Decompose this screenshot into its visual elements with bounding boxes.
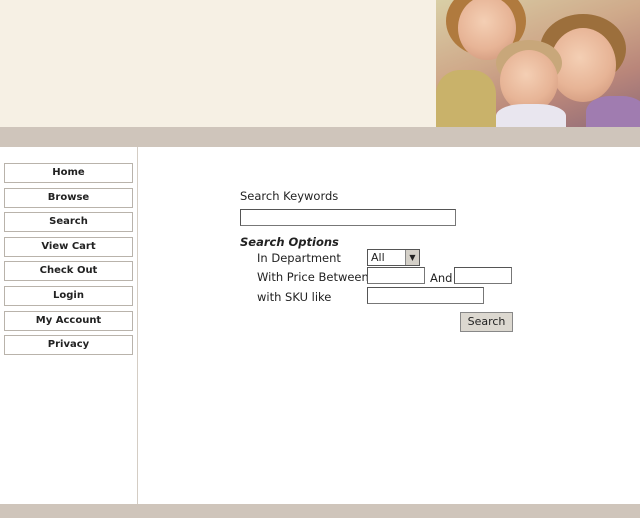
department-selected-value: All <box>371 251 385 264</box>
nav-browse[interactable]: Browse <box>4 187 133 208</box>
nav-my-account[interactable]: My Account <box>4 310 133 331</box>
search-button[interactable]: Search <box>460 312 513 332</box>
keywords-label: Search Keywords <box>240 189 339 203</box>
nav-view-cart[interactable]: View Cart <box>4 236 133 257</box>
nav-search[interactable]: Search <box>4 212 133 233</box>
price-label: With Price Between <box>257 270 369 284</box>
keywords-input[interactable] <box>240 209 456 226</box>
sidebar-nav: Home Browse Search View Cart Check Out L… <box>4 163 133 360</box>
price-max-input[interactable] <box>454 267 512 284</box>
footer-band <box>0 504 640 518</box>
nav-login[interactable]: Login <box>4 285 133 306</box>
search-options-title: Search Options <box>240 235 339 249</box>
price-and-label: And <box>430 271 453 285</box>
header-divider-band <box>0 127 640 147</box>
nav-check-out[interactable]: Check Out <box>4 261 133 282</box>
dropdown-arrow-icon[interactable]: ▼ <box>405 250 419 265</box>
department-label: In Department <box>257 251 341 265</box>
sku-label: with SKU like <box>257 290 332 304</box>
sku-input[interactable] <box>367 287 484 304</box>
sidebar: Home Browse Search View Cart Check Out L… <box>0 147 138 504</box>
header-photo-children <box>436 0 640 127</box>
nav-privacy[interactable]: Privacy <box>4 335 133 356</box>
nav-home[interactable]: Home <box>4 163 133 183</box>
price-min-input[interactable] <box>367 267 425 284</box>
department-select[interactable]: All ▼ <box>367 249 420 266</box>
header <box>0 0 640 127</box>
